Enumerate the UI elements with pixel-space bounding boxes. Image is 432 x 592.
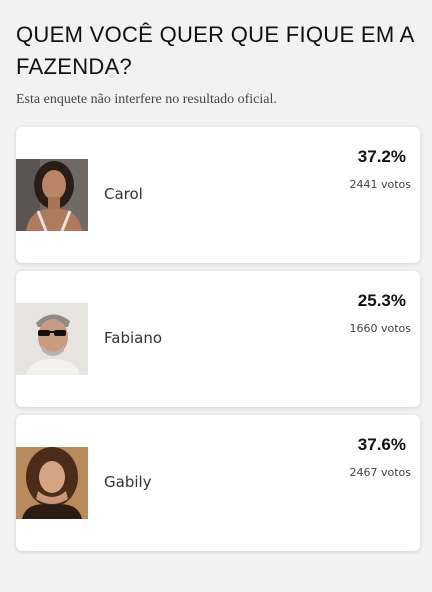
option-name: Fabiano: [104, 329, 163, 347]
poll-title: QUEM VOCÊ QUER QUE FIQUE EM A FAZENDA?: [16, 22, 414, 79]
poll-option-fabiano[interactable]: Fabiano 25.3% 1660 votos: [16, 271, 420, 407]
option-votes: 2467 votos: [349, 466, 411, 479]
option-percent: 25.3%: [357, 291, 406, 310]
option-percent: 37.6%: [357, 435, 406, 454]
poll-option-carol[interactable]: Carol 37.2% 2441 votos: [16, 127, 420, 263]
fabiano-photo: [16, 303, 88, 375]
option-votes: 2441 votos: [349, 178, 411, 191]
option-name: Carol: [104, 185, 143, 203]
poll-widget: QUEM VOCÊ QUER QUE FIQUE EM A FAZENDA? E…: [0, 0, 432, 592]
carol-photo: [16, 159, 88, 231]
poll-option-gabily[interactable]: Gabily 37.6% 2467 votos: [16, 415, 420, 551]
poll-disclaimer: Esta enquete não interfere no resultado …: [16, 92, 277, 107]
gabily-photo: [16, 447, 88, 519]
option-name: Gabily: [104, 473, 152, 491]
option-votes: 1660 votos: [349, 322, 411, 335]
option-percent: 37.2%: [357, 147, 406, 166]
